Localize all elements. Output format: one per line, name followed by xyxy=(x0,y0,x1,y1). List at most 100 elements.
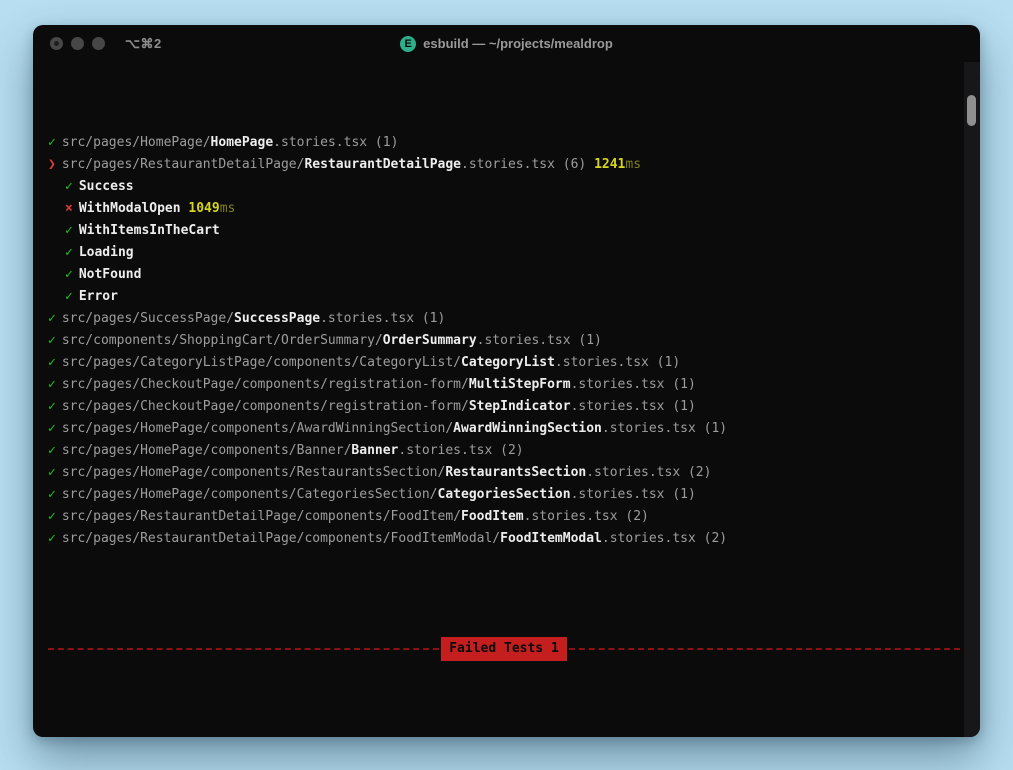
test-file-row: ✓ src/pages/HomePage/components/Restauran… xyxy=(48,462,960,484)
pass-check-icon: ✓ xyxy=(65,264,73,286)
file-path: src/pages/HomePage/ xyxy=(62,135,211,150)
file-name: RestaurantDetailPage xyxy=(304,157,461,172)
scrollbar-thumb[interactable] xyxy=(967,95,976,126)
duration-unit: ms xyxy=(220,201,236,216)
test-count: (2) xyxy=(696,531,727,546)
window-title-group: E esbuild — ~/projects/mealdrop xyxy=(33,25,980,62)
test-file-row: ✓ src/pages/CheckoutPage/components/regis… xyxy=(48,374,960,396)
file-suffix: .stories.tsx xyxy=(461,157,555,172)
scrollbar-track[interactable] xyxy=(964,62,980,737)
pass-check-icon: ✓ xyxy=(48,440,56,462)
test-name: WithModalOpen xyxy=(79,201,181,216)
test-case-row: ✓WithItemsInTheCart xyxy=(48,220,960,242)
duration-value: 1049 xyxy=(181,201,220,216)
pass-check-icon: ✓ xyxy=(65,286,73,308)
pass-check-icon: ✓ xyxy=(65,176,73,198)
test-file-row: ❯ src/pages/RestaurantDetailPage/Restaura… xyxy=(48,154,960,176)
file-path: src/pages/SuccessPage/ xyxy=(62,311,234,326)
file-suffix: .stories.tsx xyxy=(555,355,649,370)
test-file-row: ✓ src/components/ShoppingCart/OrderSummar… xyxy=(48,330,960,352)
file-suffix: .stories.tsx xyxy=(586,465,680,480)
test-count: (1) xyxy=(367,135,398,150)
test-count: (1) xyxy=(571,333,602,348)
esbuild-icon: E xyxy=(400,36,416,52)
file-path: src/pages/HomePage/components/Categories… xyxy=(62,487,438,502)
test-case-row: ✓ NotFound xyxy=(48,264,960,286)
file-path: src/components/ShoppingCart/OrderSummary… xyxy=(62,333,383,348)
file-name: FoodItemModal xyxy=(500,531,602,546)
test-name: NotFound xyxy=(79,267,142,282)
file-path: src/pages/RestaurantDetailPage/ xyxy=(62,157,305,172)
test-name: Loading xyxy=(79,245,134,260)
pass-check-icon: ✓ xyxy=(48,132,56,154)
traffic-lights xyxy=(50,37,105,50)
file-path: src/pages/RestaurantDetailPage/component… xyxy=(62,509,461,524)
pass-check-icon: ✓ xyxy=(65,242,73,264)
pass-check-icon: ✓ xyxy=(48,462,56,484)
close-button[interactable] xyxy=(50,37,63,50)
test-count: (1) xyxy=(665,487,696,502)
test-file-row: ✓ src/pages/HomePage/components/AwardWinn… xyxy=(48,418,960,440)
file-path: src/pages/CategoryListPage/components/Ca… xyxy=(62,355,461,370)
pass-check-icon: ✓ xyxy=(48,308,56,330)
close-dot-icon xyxy=(54,41,59,46)
file-path: src/pages/CheckoutPage/components/regist… xyxy=(62,377,469,392)
file-suffix: .stories.tsx xyxy=(602,531,696,546)
file-name: Banner xyxy=(351,443,398,458)
file-suffix: .stories.tsx xyxy=(571,377,665,392)
terminal-window: ⌥⌘2 E esbuild — ~/projects/mealdrop ✓src… xyxy=(33,25,980,737)
duration-unit: ms xyxy=(625,157,641,172)
pass-check-icon: ✓ xyxy=(48,352,56,374)
test-count: (2) xyxy=(492,443,523,458)
divider-line-right xyxy=(569,648,960,650)
failed-tests-badge: Failed Tests 1 xyxy=(441,637,567,661)
test-count: (1) xyxy=(414,311,445,326)
test-file-row: ✓ src/pages/RestaurantDetailPage/componen… xyxy=(48,528,960,550)
file-suffix: .stories.tsx xyxy=(477,333,571,348)
file-path: src/pages/CheckoutPage/components/regist… xyxy=(62,399,469,414)
pass-check-icon: ✓ xyxy=(48,396,56,418)
duration-value: 1241 xyxy=(586,157,625,172)
file-name: RestaurantsSection xyxy=(445,465,586,480)
file-name: OrderSummary xyxy=(383,333,477,348)
terminal-content: ✓ src/pages/HomePage/HomePage .stories.tsx… xyxy=(33,62,980,737)
file-suffix: .stories.tsx xyxy=(571,399,665,414)
file-path: src/pages/HomePage/components/Restaurant… xyxy=(62,465,446,480)
test-file-row: ✓src/pages/HomePage/components/Categorie… xyxy=(48,484,960,506)
file-name: HomePage xyxy=(211,135,274,150)
file-suffix: .stories.tsx xyxy=(398,443,492,458)
pass-check-icon: ✓ xyxy=(48,528,56,550)
test-file-row: ✓src/pages/HomePage/HomePage.stories.tsx… xyxy=(48,132,960,154)
file-suffix: .stories.tsx xyxy=(571,487,665,502)
pass-check-icon: ✓ xyxy=(48,330,56,352)
test-case-row: × WithModalOpen 1049ms xyxy=(48,198,960,220)
titlebar[interactable]: ⌥⌘2 E esbuild — ~/projects/mealdrop xyxy=(33,25,980,62)
test-case-row: ✓ Loading xyxy=(48,242,960,264)
fail-cross-icon: × xyxy=(65,198,73,220)
test-name: Error xyxy=(79,289,118,304)
test-count: (1) xyxy=(696,421,727,436)
file-path: src/pages/RestaurantDetailPage/component… xyxy=(62,531,500,546)
test-count: (2) xyxy=(680,465,711,480)
test-case-row: ✓Success xyxy=(48,176,960,198)
pass-check-icon: ✓ xyxy=(48,374,56,396)
zoom-button[interactable] xyxy=(92,37,105,50)
fail-chevron-icon: ❯ xyxy=(48,154,56,176)
file-suffix: .stories.tsx xyxy=(320,311,414,326)
test-output: ✓ src/pages/HomePage/HomePage .stories.tsx… xyxy=(48,132,960,550)
pass-check-icon: ✓ xyxy=(48,506,56,528)
test-file-row: ✓ src/pages/SuccessPage/SuccessPage.stori… xyxy=(48,308,960,330)
file-suffix: .stories.tsx xyxy=(524,509,618,524)
file-name: CategoryList xyxy=(461,355,555,370)
divider-line-left xyxy=(48,648,439,650)
minimize-button[interactable] xyxy=(71,37,84,50)
test-count: (2) xyxy=(618,509,649,524)
file-path: src/pages/HomePage/components/AwardWinni… xyxy=(62,421,453,436)
failed-tests-divider: Failed Tests 1 xyxy=(48,638,960,660)
test-file-row: ✓src/pages/HomePage/components/Banner/Ba… xyxy=(48,440,960,462)
file-name: StepIndicator xyxy=(469,399,571,414)
test-file-row: ✓ src/pages/CategoryListPage/components/C… xyxy=(48,352,960,374)
file-name: SuccessPage xyxy=(234,311,320,326)
pass-check-icon: ✓ xyxy=(48,418,56,440)
file-name: AwardWinningSection xyxy=(453,421,602,436)
